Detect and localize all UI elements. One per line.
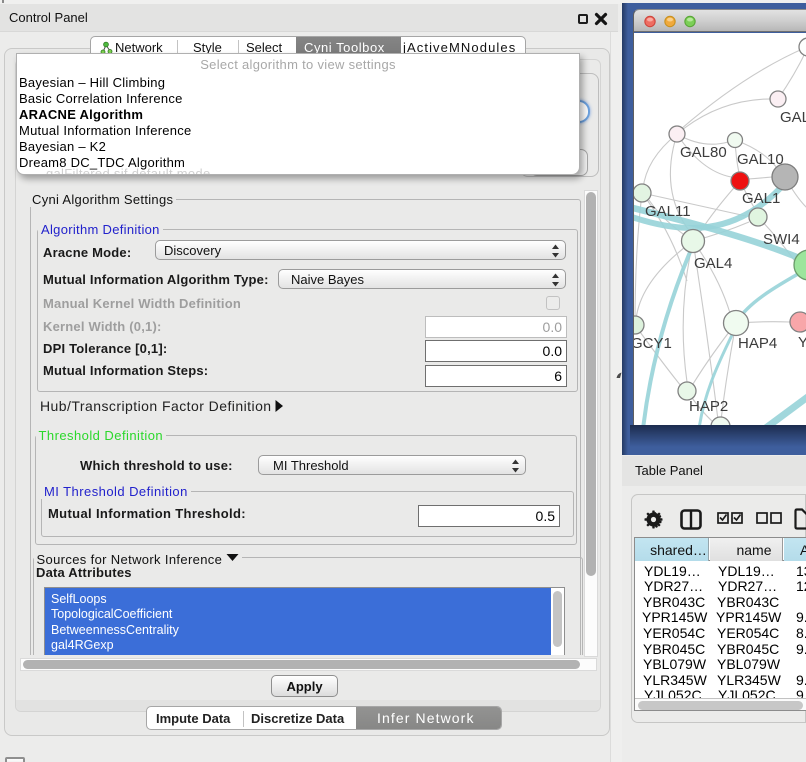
- svg-text:GAL1: GAL1: [742, 190, 780, 207]
- svg-text:GAL80: GAL80: [680, 144, 727, 161]
- svg-text:GAL11: GAL11: [645, 203, 691, 220]
- svg-text:HAP2: HAP2: [689, 398, 728, 415]
- svg-text:GAL10: GAL10: [737, 151, 784, 168]
- svg-text:GCY1: GCY1: [634, 335, 672, 352]
- svg-text:HAP4: HAP4: [738, 335, 777, 352]
- svg-text:GAL7: GAL7: [780, 109, 806, 126]
- svg-text:GAL4: GAL4: [694, 255, 732, 272]
- svg-text:SWI4: SWI4: [763, 231, 800, 248]
- svg-text:Y: Y: [798, 334, 806, 351]
